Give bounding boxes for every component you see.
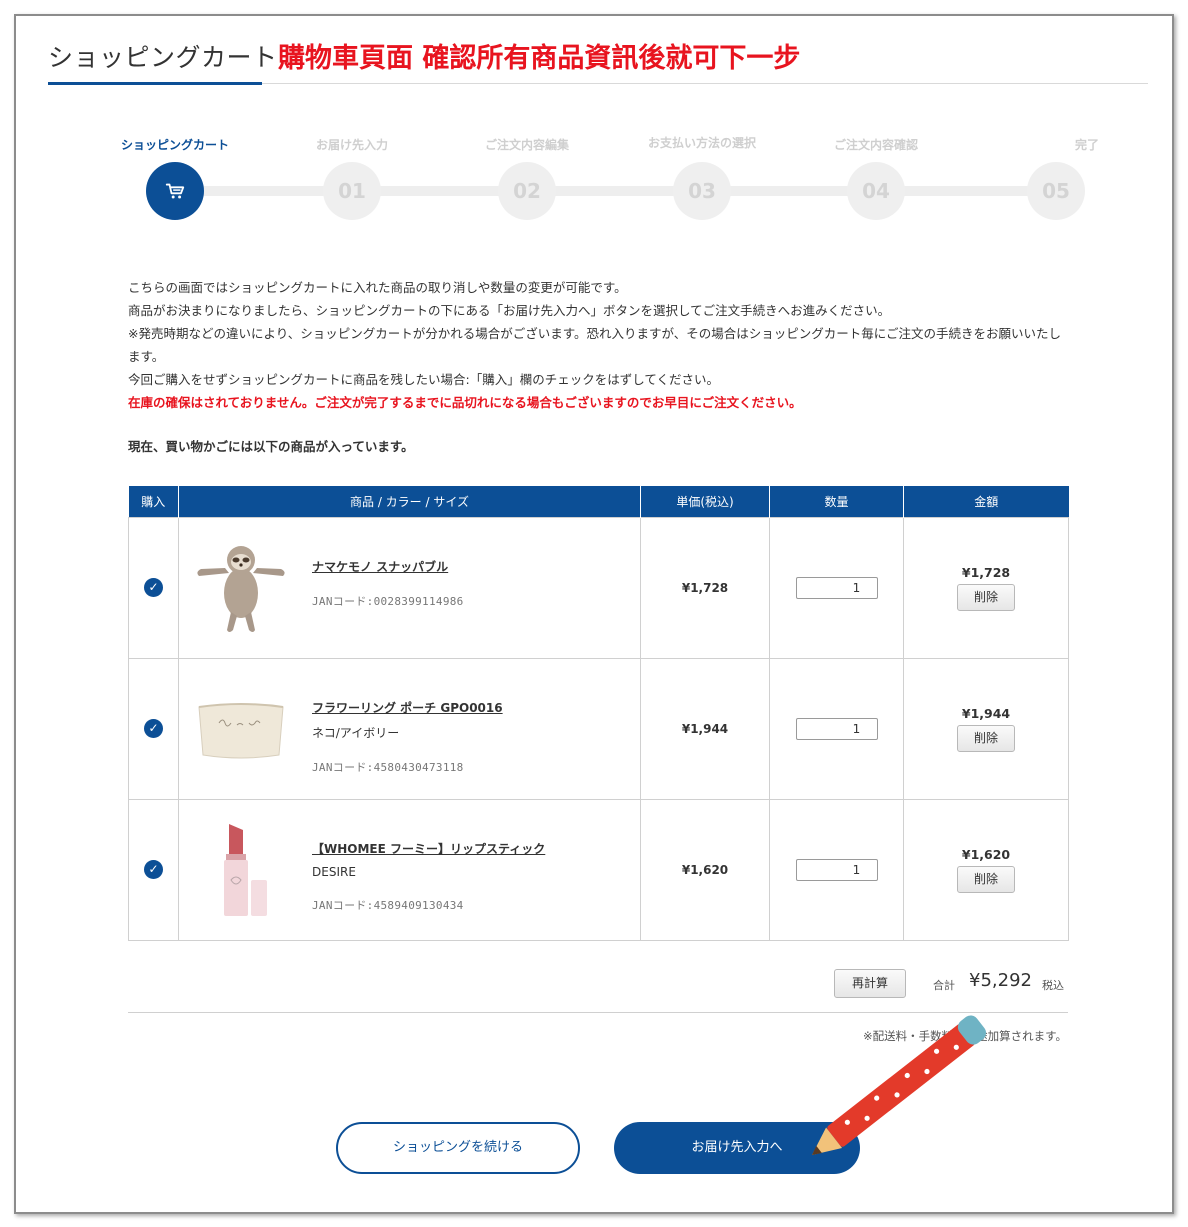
item-name-link[interactable]: 【WHOMEE フーミー】リップスティック xyxy=(312,840,632,857)
amount-cell: ¥1,620 削除 xyxy=(903,798,1069,941)
buy-cell: ✓ xyxy=(128,798,179,941)
line-amount: ¥1,728 xyxy=(961,564,1011,580)
buy-cell: ✓ xyxy=(128,516,179,659)
page-title: ショッピングカート xyxy=(48,43,278,72)
step-number: 04 xyxy=(847,162,905,220)
quantity-input[interactable] xyxy=(795,858,878,881)
step-number: 01 xyxy=(323,162,381,220)
recalculate-button[interactable]: 再計算 xyxy=(834,969,906,998)
step-label: ご注文内容確認 xyxy=(833,138,918,152)
unit-price: ¥1,620 xyxy=(640,798,770,941)
step-confirm: ご注文内容確認 04 xyxy=(806,130,946,220)
item-info: 【WHOMEE フーミー】リップスティック DESIRE JANコード:4589… xyxy=(312,840,632,913)
step-delivery: お届け先入力 01 xyxy=(282,130,422,220)
continue-shopping-button[interactable]: ショッピングを続ける xyxy=(336,1122,580,1174)
unit-price: ¥1,728 xyxy=(640,516,770,659)
table-row: ✓ ナマケモノ スナッパブル JANコード:0028399114986 ¥1,7… xyxy=(128,516,1069,659)
buy-checkbox[interactable]: ✓ xyxy=(144,578,163,597)
table-row: ✓ 【WHOMEE フーミー】リップスティック DESIRE JANコード:45… xyxy=(128,798,1069,941)
step-cart: ショッピングカート xyxy=(105,130,245,220)
step-payment: お支払い方法の選択 03 xyxy=(632,130,772,220)
header-qty: 数量 xyxy=(769,486,904,517)
item-jan-code: JANコード:0028399114986 xyxy=(312,594,464,608)
proceed-to-delivery-button[interactable]: お届け先入力へ xyxy=(614,1122,860,1174)
item-name-link[interactable]: フラワーリング ポーチ GPO0016 xyxy=(312,699,632,716)
unit-price: ¥1,944 xyxy=(640,657,770,800)
step-complete: 完了 05 xyxy=(986,130,1126,220)
step-label: ショッピングカート xyxy=(120,138,229,152)
item-variant: ネコ/アイボリー xyxy=(312,725,400,740)
step-label: ご注文内容編集 xyxy=(484,138,569,152)
totals-divider xyxy=(128,1012,1068,1013)
step-number: 05 xyxy=(1027,162,1085,220)
pouch-image xyxy=(198,702,284,758)
line-amount: ¥1,620 xyxy=(961,846,1011,862)
sloth-plush-image xyxy=(197,545,285,632)
line-amount: ¥1,944 xyxy=(961,705,1011,721)
step-label: 完了 xyxy=(1074,138,1099,152)
item-jan-code: JANコード:4589409130434 xyxy=(312,898,464,912)
amount-cell: ¥1,728 削除 xyxy=(903,516,1069,659)
instruction-text: 今回ご購入をせずショッピングカートに商品を残したい場合:「購入」欄のチェックをは… xyxy=(128,372,719,387)
cart-instructions: こちらの画面ではショッピングカートに入れた商品の取り消しや数量の変更が可能です。… xyxy=(128,276,1073,414)
cart-table: 購入 商品 / カラー / サイズ 単価(税込) 数量 金額 ✓ ナマケモノ ス… xyxy=(128,486,1069,941)
delete-button[interactable]: 削除 xyxy=(957,865,1015,893)
item-info: フラワーリング ポーチ GPO0016 ネコ/アイボリー JANコード:4580… xyxy=(312,699,632,775)
stock-warning: 在庫の確保はされておりません。ご注文が完了するまでに品切れになる場合もございます… xyxy=(128,395,802,410)
quantity-input[interactable] xyxy=(795,576,878,599)
table-header-row: 購入 商品 / カラー / サイズ 単価(税込) 数量 金額 xyxy=(128,486,1069,517)
step-label: お届け先入力 xyxy=(315,138,388,152)
item-variant: DESIRE xyxy=(312,864,356,879)
checkout-steps: ショッピングカート お届け先入力 01 ご注文内容編集 02 お支払い方法の選択… xyxy=(0,130,1188,240)
item-info: ナマケモノ スナッパブル JANコード:0028399114986 xyxy=(312,558,632,609)
step-circle xyxy=(146,162,204,220)
lipstick-image xyxy=(224,823,267,916)
page-annotation: 購物車頁面 確認所有商品資訊後就可下一步 xyxy=(278,43,801,74)
delete-button[interactable]: 削除 xyxy=(957,583,1015,611)
instruction-text: ※発売時期などの違いにより、ショッピングカートが分かれる場合がございます。恐れ入… xyxy=(128,326,1061,364)
header-item: 商品 / カラー / サイズ xyxy=(178,486,641,517)
total-label: 合計 xyxy=(933,979,955,992)
item-cell: ナマケモノ スナッパブル JANコード:0028399114986 xyxy=(178,516,641,659)
qty-cell xyxy=(769,516,904,659)
buy-checkbox[interactable]: ✓ xyxy=(144,860,163,879)
header-amount: 金額 xyxy=(903,486,1069,517)
step-number: 03 xyxy=(673,162,731,220)
header-price: 単価(税込) xyxy=(640,486,770,517)
step-label: お支払い方法の選択 xyxy=(647,136,756,150)
table-row: ✓ フラワーリング ポーチ GPO0016 ネコ/アイボリー JANコード:45… xyxy=(128,657,1069,800)
shipping-note: ※配送料・手数料は別途加算されます。 xyxy=(863,1029,1067,1043)
item-name-link[interactable]: ナマケモノ スナッパブル xyxy=(312,558,632,575)
cart-heading: 現在、買い物かごには以下の商品が入っています。 xyxy=(128,439,414,454)
step-number: 02 xyxy=(498,162,556,220)
instruction-text: 商品がお決まりになりましたら、ショッピングカートの下にある「お届け先入力へ」ボタ… xyxy=(128,303,891,318)
item-jan-code: JANコード:4580430473118 xyxy=(312,760,464,774)
header-divider-accent xyxy=(48,82,262,85)
qty-cell xyxy=(769,798,904,941)
cart-icon xyxy=(165,183,185,198)
qty-cell xyxy=(769,657,904,800)
item-cell: 【WHOMEE フーミー】リップスティック DESIRE JANコード:4589… xyxy=(178,798,641,941)
delete-button[interactable]: 削除 xyxy=(957,724,1015,752)
quantity-input[interactable] xyxy=(795,717,878,740)
buy-cell: ✓ xyxy=(128,657,179,800)
header-buy: 購入 xyxy=(128,486,179,517)
instruction-text: こちらの画面ではショッピングカートに入れた商品の取り消しや数量の変更が可能です。 xyxy=(128,280,627,295)
step-order-edit: ご注文内容編集 02 xyxy=(457,130,597,220)
total-tax-label: 税込 xyxy=(1042,979,1064,992)
buy-checkbox[interactable]: ✓ xyxy=(144,719,163,738)
amount-cell: ¥1,944 削除 xyxy=(903,657,1069,800)
item-cell: フラワーリング ポーチ GPO0016 ネコ/アイボリー JANコード:4580… xyxy=(178,657,641,800)
total-value: ¥5,292 xyxy=(969,970,1032,991)
